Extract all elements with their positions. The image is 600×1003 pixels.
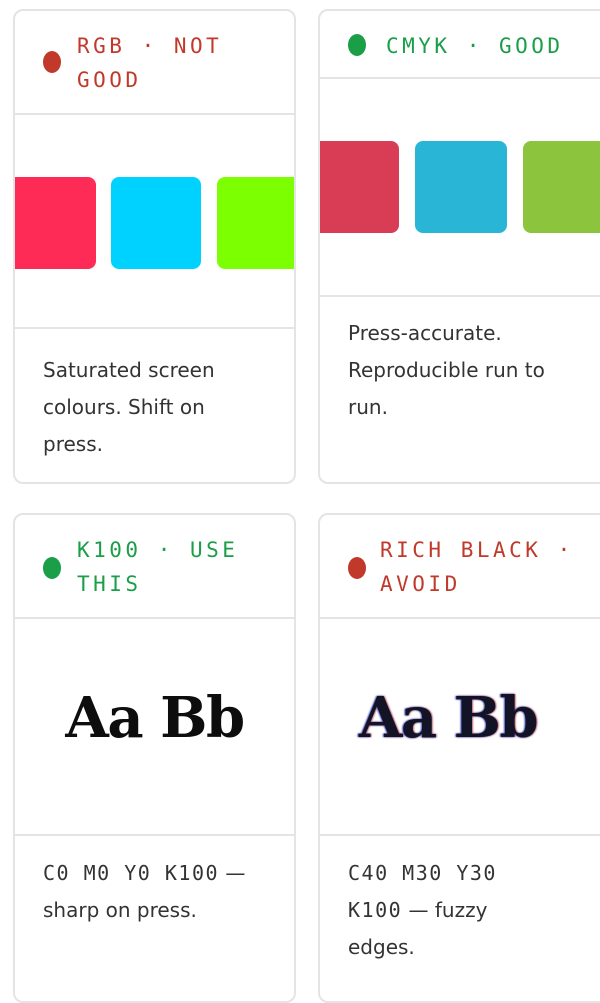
k100-card: K100 · USE THIS Aa Bb C0 M0 Y0 K100 — sh… <box>13 513 296 1003</box>
cyan-swatch <box>111 177 201 269</box>
color-code: C40 M30 Y30 <box>348 861 497 885</box>
card-header: RGB · NOT GOOD <box>15 11 294 115</box>
status-dot-bad-icon <box>43 51 61 73</box>
card-description: Saturated screen colours. Shift on press… <box>43 358 215 456</box>
color-code: C0 M0 Y0 K100 <box>43 861 220 885</box>
card-description: C40 M30 Y30 K100 — fuzzy edges. <box>348 855 600 966</box>
card-label: RICH BLACK · AVOID <box>380 538 574 596</box>
type-sample-area: Aa Bb <box>15 619 294 836</box>
red-swatch <box>15 177 96 269</box>
card-label: RGB · NOT GOOD <box>77 34 223 92</box>
type-sample-fuzzy: Aa Bb <box>358 685 539 751</box>
card-header: CMYK · GOOD <box>320 11 600 79</box>
red-swatch <box>320 141 399 233</box>
swatch-row <box>15 115 294 329</box>
rgb-card: RGB · NOT GOOD Saturated screen colours.… <box>13 9 296 484</box>
cmyk-card: CMYK · GOOD Press-accurate. Reproducible… <box>318 9 600 484</box>
card-header: RICH BLACK · AVOID <box>320 515 600 619</box>
cyan-swatch <box>415 141 507 233</box>
color-code: K100 <box>348 898 403 922</box>
card-header: K100 · USE THIS <box>15 515 294 619</box>
type-sample: Aa Bb <box>65 685 245 751</box>
type-sample-area: Aa Bb <box>320 619 600 836</box>
card-description: C0 M0 Y0 K100 — sharp on press. <box>43 861 246 922</box>
swatch-row <box>320 79 600 297</box>
card-description: Press-accurate. Reproducible run to run. <box>348 321 545 419</box>
green-swatch <box>217 177 294 269</box>
rich-black-card: RICH BLACK · AVOID Aa Bb C40 M30 Y30 K10… <box>318 513 600 1003</box>
status-dot-good-icon <box>43 557 61 579</box>
green-swatch <box>523 141 600 233</box>
status-dot-bad-icon <box>348 557 366 579</box>
status-dot-good-icon <box>348 34 366 56</box>
card-label: CMYK · GOOD <box>386 34 564 58</box>
card-label: K100 · USE THIS <box>77 538 239 596</box>
